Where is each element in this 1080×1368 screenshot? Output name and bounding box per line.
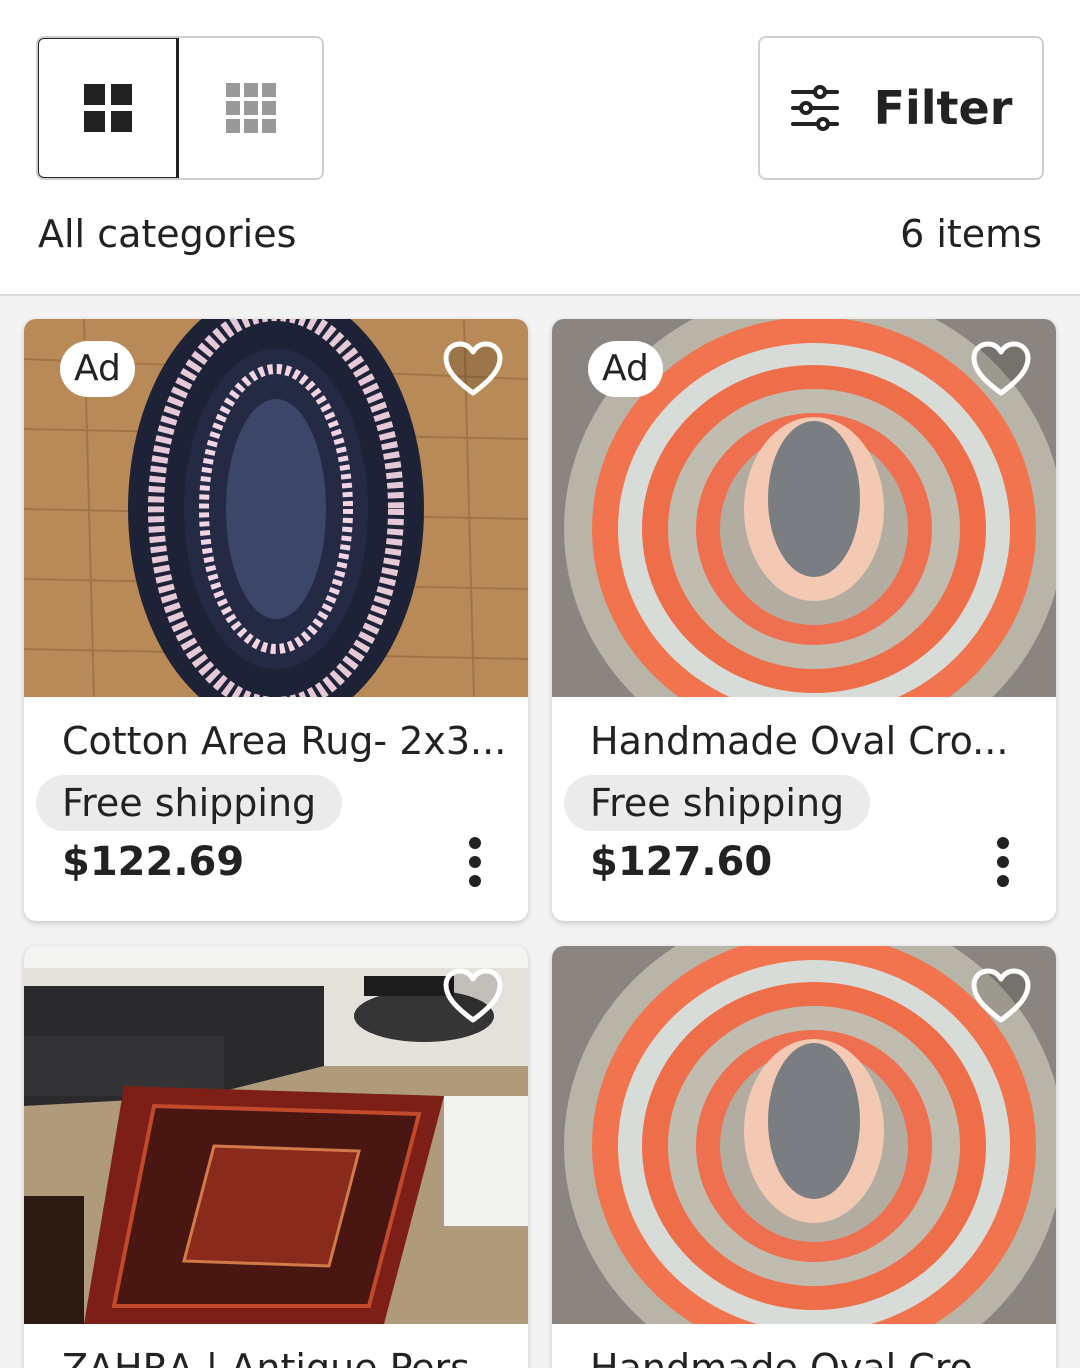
more-options-icon[interactable] (468, 837, 482, 887)
listing-image[interactable]: Ad (24, 319, 528, 697)
large-grid-view-button[interactable] (38, 38, 180, 178)
listing-card[interactable]: Ad Handmade Oval Cro... Free shipping $1… (552, 319, 1056, 921)
free-shipping-badge: Free shipping (36, 775, 343, 831)
listing-card[interactable]: Handmade Oval Cro... (552, 946, 1056, 1368)
toolbar: Filter All categories 6 items (0, 0, 1080, 296)
free-shipping-badge: Free shipping (564, 775, 871, 831)
filter-button[interactable]: Filter (758, 36, 1044, 180)
sliders-icon (790, 85, 839, 131)
ad-badge: Ad (588, 341, 663, 397)
listing-title[interactable]: Handmade Oval Cro... (590, 719, 1008, 763)
filter-label: Filter (873, 81, 1013, 135)
view-toggle (36, 36, 324, 180)
listing-image[interactable] (552, 946, 1056, 1324)
ad-badge: Ad (60, 341, 135, 397)
listing-card[interactable]: Ad Cotton Area Rug- 2x3... Free shipping… (24, 319, 528, 921)
heart-icon[interactable] (970, 968, 1032, 1024)
listing-price: $127.60 (590, 839, 773, 885)
grid-2x2-icon (83, 84, 132, 132)
heart-icon[interactable] (442, 968, 504, 1024)
listing-price: $122.69 (62, 839, 245, 885)
listing-image[interactable] (24, 946, 528, 1324)
listing-card[interactable]: ZAHRA | Antique Pers... (24, 946, 528, 1368)
category-label[interactable]: All categories (38, 212, 296, 256)
listing-image[interactable]: Ad (552, 319, 1056, 697)
heart-icon[interactable] (970, 341, 1032, 397)
more-options-icon[interactable] (996, 837, 1010, 887)
item-count: 6 items (900, 212, 1042, 256)
small-grid-view-button[interactable] (179, 38, 322, 178)
grid-3x3-icon (225, 83, 276, 133)
listing-title[interactable]: Cotton Area Rug- 2x3... (62, 719, 506, 763)
listing-title[interactable]: Handmade Oval Cro... (590, 1346, 1008, 1368)
listing-title[interactable]: ZAHRA | Antique Pers... (62, 1346, 506, 1368)
heart-icon[interactable] (442, 341, 504, 397)
